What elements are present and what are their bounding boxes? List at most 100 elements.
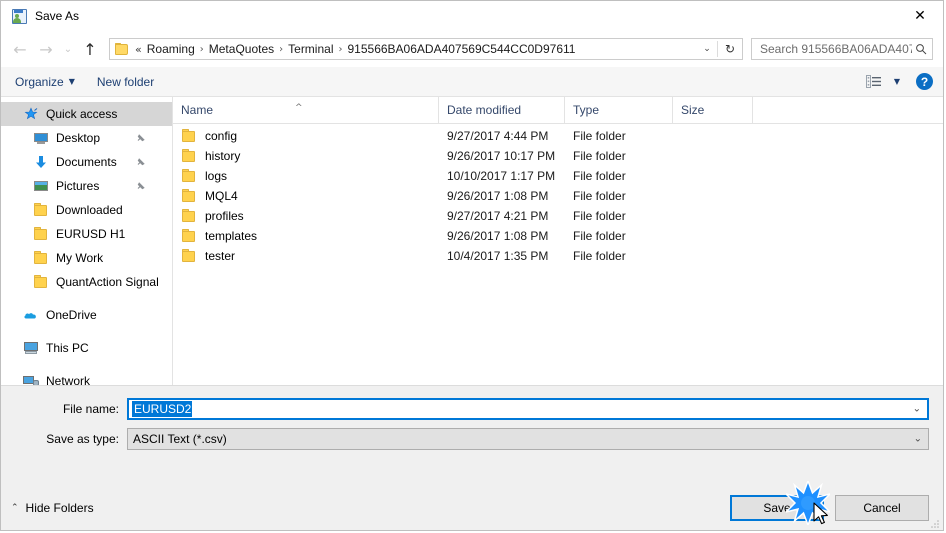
sidebar-item-quick-access[interactable]: Quick access	[1, 102, 172, 126]
file-name-row: File name: EURUSD2 ⌄	[1, 398, 943, 420]
hide-folders-label: Hide Folders	[25, 501, 94, 515]
folder-icon	[181, 188, 197, 204]
file-name-cell: config	[173, 128, 439, 144]
sidebar-item-label: Downloaded	[56, 203, 123, 217]
breadcrumb-overflow[interactable]: «	[133, 43, 144, 56]
column-header-date-modified[interactable]: Date modified	[439, 97, 565, 123]
refresh-icon[interactable]: ↻	[718, 39, 742, 59]
pin-icon[interactable]	[136, 133, 146, 143]
recent-locations-button[interactable]: ⌄	[59, 36, 77, 62]
folder-icon	[33, 250, 49, 266]
column-header-type[interactable]: Type	[565, 97, 673, 123]
file-list-pane: Name ^ Date modified Type Size config 9/…	[173, 97, 943, 385]
sidebar-item-this-pc[interactable]: This PC	[1, 336, 172, 360]
sidebar-item-label: EURUSD H1	[56, 227, 126, 241]
column-header-size[interactable]: Size	[673, 97, 753, 123]
sidebar-item-pictures[interactable]: Pictures	[1, 174, 172, 198]
sidebar-item-my-work[interactable]: My Work	[1, 246, 172, 270]
pin-icon[interactable]	[136, 157, 146, 167]
file-date-cell: 9/26/2017 10:17 PM	[447, 149, 556, 163]
close-icon[interactable]: ✕	[897, 1, 943, 31]
table-row[interactable]: profiles 9/27/2017 4:21 PM File folder	[173, 206, 943, 226]
file-name-cell: templates	[173, 228, 439, 244]
search-input[interactable]	[758, 41, 914, 57]
pin-icon[interactable]	[136, 181, 146, 191]
save-button[interactable]: Save	[730, 495, 824, 521]
hide-folders-button[interactable]: ⌃ Hide Folders	[11, 501, 94, 515]
new-folder-button[interactable]: New folder	[97, 75, 154, 89]
table-row[interactable]: MQL4 9/26/2017 1:08 PM File folder	[173, 186, 943, 206]
file-rows: config 9/27/2017 4:44 PM File folder his…	[173, 124, 943, 385]
sidebar-item-label: QuantAction Signal	[56, 275, 159, 289]
file-name-label: File name:	[62, 402, 119, 416]
breadcrumb-item-terminal-id[interactable]: 915566BA06ADA407569C544CC0D97611	[345, 42, 579, 56]
column-header-name[interactable]: Name ^	[173, 97, 439, 123]
chevron-down-icon[interactable]: ⌄	[914, 434, 922, 445]
star-pin-icon	[24, 107, 38, 120]
sidebar-item-eurusd-h1[interactable]: EURUSD H1	[1, 222, 172, 246]
chevron-down-icon[interactable]: ⌄	[698, 39, 716, 59]
save-as-type-row: Save as type: ASCII Text (*.csv) ⌄	[1, 428, 943, 450]
chevron-down-icon: ▼	[68, 77, 75, 86]
sidebar-item-onedrive[interactable]: OneDrive	[1, 303, 172, 327]
save-as-type-value: ASCII Text (*.csv)	[133, 432, 227, 446]
table-row[interactable]: logs 10/10/2017 1:17 PM File folder	[173, 166, 943, 186]
breadcrumb-item-roaming[interactable]: Roaming	[144, 42, 198, 56]
file-name-label: logs	[205, 169, 228, 183]
sidebar-item-documents[interactable]: Documents	[1, 150, 172, 174]
sidebar-item-label: Pictures	[56, 179, 100, 193]
back-button[interactable]: ←	[7, 36, 33, 62]
save-as-icon	[11, 8, 27, 24]
breadcrumb-item-metaquotes[interactable]: MetaQuotes	[206, 42, 277, 56]
table-row[interactable]: templates 9/26/2017 1:08 PM File folder	[173, 226, 943, 246]
chevron-right-icon: ›	[338, 43, 343, 55]
chevron-down-icon[interactable]: ⌄	[913, 404, 921, 415]
folder-icon	[181, 168, 197, 184]
folder-icon	[181, 128, 197, 144]
cancel-button[interactable]: Cancel	[835, 495, 929, 521]
chevron-right-icon: ›	[279, 43, 284, 55]
file-name-cell: history	[173, 148, 439, 164]
sidebar-item-desktop[interactable]: Desktop	[1, 126, 172, 150]
sidebar-item-quantaction-signal[interactable]: QuantAction Signal	[1, 270, 172, 294]
search-icon	[916, 44, 927, 55]
help-button[interactable]: ?	[916, 73, 933, 90]
column-header-name-label: Name	[181, 103, 214, 117]
pictures-icon	[33, 178, 49, 194]
file-date-cell: 10/4/2017 1:35 PM	[447, 249, 549, 263]
view-options-icon[interactable]	[865, 75, 882, 88]
table-row[interactable]: history 9/26/2017 10:17 PM File folder	[173, 146, 943, 166]
sidebar-item-downloaded[interactable]: Downloaded	[1, 198, 172, 222]
sidebar-item-network[interactable]: Network	[1, 369, 172, 385]
onedrive-cloud-icon	[24, 313, 36, 319]
file-name-label: config	[205, 129, 238, 143]
resize-grip-icon[interactable]	[930, 518, 940, 528]
desktop-icon	[33, 130, 49, 146]
file-type-cell: File folder	[573, 129, 626, 143]
footer-buttons: Save Cancel	[730, 495, 929, 521]
column-headers: Name ^ Date modified Type Size	[173, 97, 943, 124]
window-title: Save As	[35, 9, 80, 23]
file-date-cell: 9/26/2017 1:08 PM	[447, 189, 549, 203]
folder-icon	[115, 43, 129, 55]
file-name-cell: MQL4	[173, 188, 439, 204]
dialog-body: Quick access Desktop Documents Pictures …	[1, 97, 943, 385]
save-form: File name: EURUSD2 ⌄ Save as type: ASCII…	[1, 385, 943, 486]
chevron-down-icon[interactable]: ▼	[894, 77, 900, 86]
up-button[interactable]: ↑	[77, 36, 103, 62]
table-row[interactable]: config 9/27/2017 4:44 PM File folder	[173, 126, 943, 146]
search-box[interactable]	[751, 38, 933, 60]
save-as-type-select[interactable]: ASCII Text (*.csv) ⌄	[127, 428, 929, 450]
this-pc-icon	[23, 340, 39, 356]
forward-button[interactable]: →	[33, 36, 59, 62]
file-name-cell: tester	[173, 248, 439, 264]
file-name-input[interactable]: EURUSD2 ⌄	[127, 398, 929, 420]
address-bar[interactable]: « Roaming › MetaQuotes › Terminal › 9155…	[109, 38, 743, 60]
table-row[interactable]: tester 10/4/2017 1:35 PM File folder	[173, 246, 943, 266]
sidebar-item-label: This PC	[46, 341, 89, 355]
file-name-label: templates	[205, 229, 258, 243]
sidebar-item-label: Quick access	[46, 107, 118, 121]
breadcrumb-item-terminal[interactable]: Terminal	[285, 42, 336, 56]
organize-button[interactable]: Organize ▼	[15, 75, 75, 89]
file-name-label: profiles	[205, 209, 244, 223]
